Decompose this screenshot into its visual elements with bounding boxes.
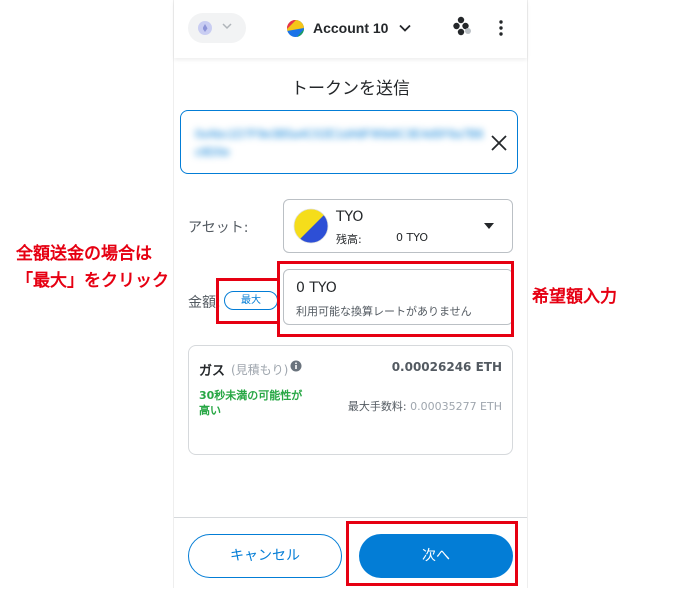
- asset-balance-value: 0 TYO: [396, 231, 428, 244]
- network-selector[interactable]: [188, 13, 246, 43]
- gas-max-fee-label: 最大手数料:: [347, 400, 407, 413]
- info-icon[interactable]: [290, 360, 302, 372]
- caret-down-icon: [484, 223, 494, 229]
- ethereum-icon: [198, 21, 212, 35]
- connected-sites-icon[interactable]: [452, 16, 472, 36]
- next-highlight-box: [346, 521, 518, 586]
- max-highlight-box: [216, 278, 280, 324]
- close-icon[interactable]: [487, 131, 511, 155]
- kebab-menu-icon[interactable]: [494, 18, 508, 38]
- annotation-max-line2: 「最大」をクリック: [16, 271, 169, 291]
- asset-balance-label: 残高:: [336, 233, 362, 246]
- gas-estimate-label: (見積もり): [231, 363, 289, 377]
- asset-label: アセット:: [188, 220, 249, 236]
- recipient-address: 0xAbc1D7F9e3B5a4C02E1dA8F90b6C3E4d5F6a7B…: [195, 127, 484, 159]
- cancel-button[interactable]: キャンセル: [188, 534, 342, 578]
- account-menu[interactable]: Account 10: [287, 17, 412, 39]
- gas-title: ガス: [199, 364, 226, 379]
- gas-value: 0.00026246 ETH: [391, 360, 502, 374]
- token-icon: [293, 208, 329, 244]
- gas-fee-card: ガス (見積もり) 0.00026246 ETH 30秒未満の可能性が高い 最大…: [188, 345, 513, 455]
- gas-max-fee-value: 0.00035277 ETH: [410, 400, 502, 413]
- chevron-down-icon: [399, 24, 412, 32]
- chevron-down-icon: [222, 23, 232, 30]
- recipient-address-field[interactable]: 0xAbc1D7F9e3B5a4C02E1dA8F90b6C3E4d5F6a7B…: [180, 110, 518, 174]
- annotation-max-line1: 全額送金の場合は: [16, 244, 152, 264]
- top-bar: Account 10: [174, 0, 527, 58]
- page-title: トークンを送信: [291, 79, 410, 99]
- asset-symbol: TYO: [336, 209, 364, 225]
- annotation-amount: 希望額入力: [532, 287, 617, 307]
- account-name: Account 10: [313, 20, 389, 36]
- gas-likelihood: 30秒未満の可能性が高い: [199, 389, 303, 417]
- amount-highlight-box: [277, 261, 514, 337]
- asset-selector[interactable]: TYO 残高: 0 TYO: [283, 199, 513, 253]
- avatar: [287, 19, 304, 37]
- gas-max-fee: 最大手数料: 0.00035277 ETH: [348, 398, 502, 414]
